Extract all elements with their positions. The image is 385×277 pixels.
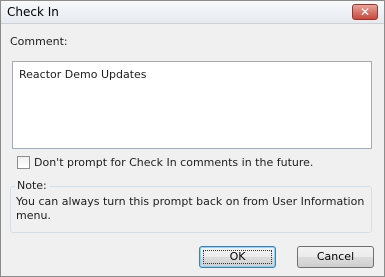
close-icon: ✕ (359, 5, 371, 19)
cancel-button[interactable]: Cancel (297, 246, 374, 268)
dont-prompt-label[interactable]: Don't prompt for Check In comments in th… (34, 156, 313, 169)
dont-prompt-checkbox[interactable] (17, 156, 30, 169)
ok-button[interactable]: OK (199, 246, 276, 268)
note-legend: Note: (15, 179, 49, 192)
cancel-button-label: Cancel (316, 250, 355, 263)
comment-textarea[interactable]: Reactor Demo Updates (12, 61, 372, 149)
focus-rectangle (203, 250, 272, 264)
check-in-dialog: Check In ✕ Comment: Reactor Demo Updates… (0, 0, 385, 277)
note-text: You can always turn this prompt back on … (16, 195, 365, 222)
dialog-title: Check In (7, 5, 59, 19)
comment-label: Comment: (10, 35, 68, 48)
note-group: Note: You can always turn this prompt ba… (10, 179, 372, 233)
close-button[interactable]: ✕ (352, 4, 378, 20)
title-bar[interactable]: Check In ✕ (1, 1, 384, 24)
